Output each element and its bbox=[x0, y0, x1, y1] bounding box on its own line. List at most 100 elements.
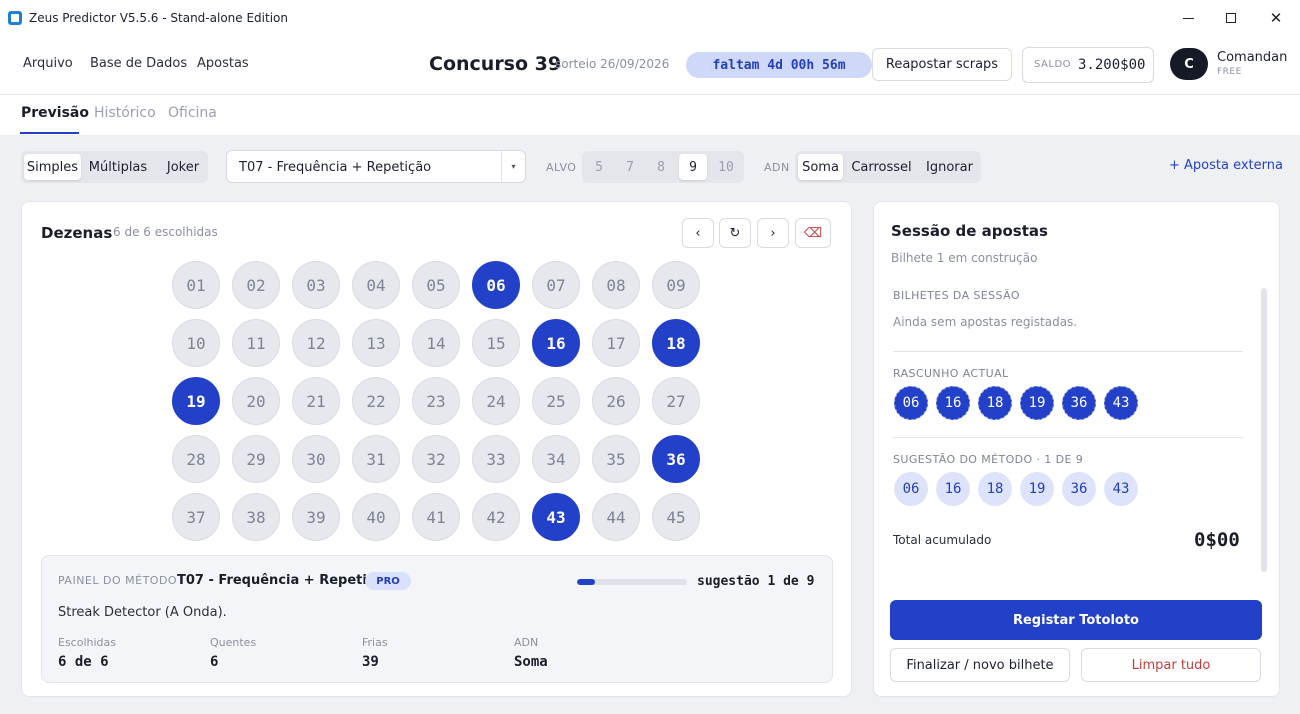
close-icon: ✕ bbox=[1269, 9, 1283, 27]
number-ball[interactable]: 08 bbox=[592, 261, 640, 309]
number-ball[interactable]: 22 bbox=[352, 377, 400, 425]
alvo-option-9[interactable]: 9 bbox=[679, 154, 707, 180]
number-ball[interactable]: 17 bbox=[592, 319, 640, 367]
number-ball[interactable]: 14 bbox=[412, 319, 460, 367]
mode-simples[interactable]: Simples bbox=[24, 154, 81, 180]
number-ball[interactable]: 44 bbox=[592, 493, 640, 541]
number-ball[interactable]: 38 bbox=[232, 493, 280, 541]
number-ball[interactable]: 41 bbox=[412, 493, 460, 541]
number-ball[interactable]: 21 bbox=[292, 377, 340, 425]
finalizar-bilhete-button[interactable]: Finalizar / novo bilhete bbox=[890, 648, 1070, 682]
suggestion-number: 16 bbox=[936, 472, 970, 506]
maximize-icon bbox=[1226, 13, 1236, 23]
reapostar-scraps-button[interactable]: Reapostar scraps bbox=[872, 48, 1012, 81]
adn-option-ignorar[interactable]: Ignorar bbox=[921, 154, 978, 180]
number-ball[interactable]: 43 bbox=[532, 493, 580, 541]
number-ball[interactable]: 04 bbox=[352, 261, 400, 309]
divider bbox=[893, 437, 1243, 438]
minimize-button[interactable] bbox=[1178, 8, 1198, 28]
chevron-left-icon: ‹ bbox=[695, 225, 701, 241]
number-ball[interactable]: 40 bbox=[352, 493, 400, 541]
number-ball[interactable]: 07 bbox=[532, 261, 580, 309]
mode-multiplas[interactable]: Múltiplas bbox=[87, 154, 149, 180]
tab-previsao[interactable]: Previsão bbox=[21, 105, 89, 121]
draft-number: 36 bbox=[1062, 386, 1096, 420]
number-ball[interactable]: 11 bbox=[232, 319, 280, 367]
number-ball[interactable]: 02 bbox=[232, 261, 280, 309]
number-ball[interactable]: 19 bbox=[172, 377, 220, 425]
method-panel: PAINEL DO MÉTODO T07 - Frequência + Repe… bbox=[41, 555, 833, 683]
session-scrollbar[interactable] bbox=[1261, 288, 1267, 572]
sorteio-date: sorteio 26/09/2026 bbox=[555, 57, 670, 71]
number-ball[interactable]: 24 bbox=[472, 377, 520, 425]
number-ball[interactable]: 01 bbox=[172, 261, 220, 309]
alvo-option-5[interactable]: 5 bbox=[585, 154, 613, 180]
number-ball[interactable]: 13 bbox=[352, 319, 400, 367]
number-ball[interactable]: 29 bbox=[232, 435, 280, 483]
number-ball[interactable]: 34 bbox=[532, 435, 580, 483]
draft-number: 06 bbox=[894, 386, 928, 420]
suggestion-number: 06 bbox=[894, 472, 928, 506]
number-ball[interactable]: 16 bbox=[532, 319, 580, 367]
number-ball[interactable]: 12 bbox=[292, 319, 340, 367]
menu-base-de-dados[interactable]: Base de Dados bbox=[90, 56, 187, 71]
number-ball[interactable]: 26 bbox=[592, 377, 640, 425]
alvo-option-8[interactable]: 8 bbox=[647, 154, 675, 180]
stat-frias-label: Frias bbox=[362, 636, 388, 649]
number-ball[interactable]: 03 bbox=[292, 261, 340, 309]
menu-apostas[interactable]: Apostas bbox=[197, 56, 249, 71]
user-name[interactable]: Comandan bbox=[1217, 50, 1300, 65]
number-ball[interactable]: 36 bbox=[652, 435, 700, 483]
session-title: Sessão de apostas bbox=[891, 222, 1048, 240]
suggestion-progress-fill bbox=[577, 579, 596, 585]
number-ball[interactable]: 15 bbox=[472, 319, 520, 367]
stat-frias-value: 39 bbox=[362, 654, 379, 670]
adn-option-soma[interactable]: Soma bbox=[798, 154, 843, 180]
number-ball[interactable]: 30 bbox=[292, 435, 340, 483]
number-ball[interactable]: 28 bbox=[172, 435, 220, 483]
number-ball[interactable]: 09 bbox=[652, 261, 700, 309]
tab-oficina[interactable]: Oficina bbox=[168, 105, 217, 121]
number-ball[interactable]: 33 bbox=[472, 435, 520, 483]
registar-totoloto-button[interactable]: Registar Totoloto bbox=[890, 600, 1262, 640]
refresh-button[interactable]: ↻ bbox=[719, 218, 751, 248]
number-ball[interactable]: 39 bbox=[292, 493, 340, 541]
number-ball[interactable]: 35 bbox=[592, 435, 640, 483]
number-ball[interactable]: 18 bbox=[652, 319, 700, 367]
number-ball[interactable]: 25 bbox=[532, 377, 580, 425]
tab-historico[interactable]: Histórico bbox=[94, 105, 156, 121]
number-ball[interactable]: 27 bbox=[652, 377, 700, 425]
clear-selection-button[interactable]: ⌫ bbox=[795, 218, 831, 248]
number-ball[interactable]: 31 bbox=[352, 435, 400, 483]
alvo-option-7[interactable]: 7 bbox=[616, 154, 644, 180]
close-button[interactable]: ✕ bbox=[1266, 8, 1286, 28]
aposta-externa-link[interactable]: + Aposta externa bbox=[1169, 158, 1283, 173]
method-select[interactable]: T07 - Frequência + Repetição ▾ bbox=[226, 150, 526, 183]
maximize-button[interactable] bbox=[1221, 8, 1241, 28]
alvo-option-10[interactable]: 10 bbox=[710, 154, 742, 180]
mode-joker[interactable]: Joker bbox=[161, 154, 205, 180]
number-ball[interactable]: 42 bbox=[472, 493, 520, 541]
next-suggestion-button[interactable]: › bbox=[757, 218, 789, 248]
bilhetes-empty-text: Ainda sem apostas registadas. bbox=[893, 315, 1078, 329]
number-ball[interactable]: 20 bbox=[232, 377, 280, 425]
number-ball[interactable]: 05 bbox=[412, 261, 460, 309]
pro-badge: PRO bbox=[365, 572, 411, 590]
dezenas-title: Dezenas bbox=[41, 224, 113, 242]
adn-option-carrossel[interactable]: Carrossel bbox=[848, 154, 915, 180]
stat-quentes-value: 6 bbox=[210, 654, 219, 670]
countdown-badge: faltam 4d 00h 56m bbox=[686, 52, 872, 78]
suggestion-number: 36 bbox=[1062, 472, 1096, 506]
menu-arquivo[interactable]: Arquivo bbox=[23, 56, 73, 71]
number-ball[interactable]: 45 bbox=[652, 493, 700, 541]
number-ball[interactable]: 10 bbox=[172, 319, 220, 367]
prev-suggestion-button[interactable]: ‹ bbox=[682, 218, 714, 248]
limpar-tudo-button[interactable]: Limpar tudo bbox=[1081, 648, 1261, 682]
number-ball[interactable]: 32 bbox=[412, 435, 460, 483]
number-ball[interactable]: 06 bbox=[472, 261, 520, 309]
avatar[interactable]: C bbox=[1170, 48, 1208, 80]
method-panel-label: PAINEL DO MÉTODO bbox=[58, 574, 178, 587]
suggestion-number: 19 bbox=[1020, 472, 1054, 506]
number-ball[interactable]: 37 bbox=[172, 493, 220, 541]
number-ball[interactable]: 23 bbox=[412, 377, 460, 425]
